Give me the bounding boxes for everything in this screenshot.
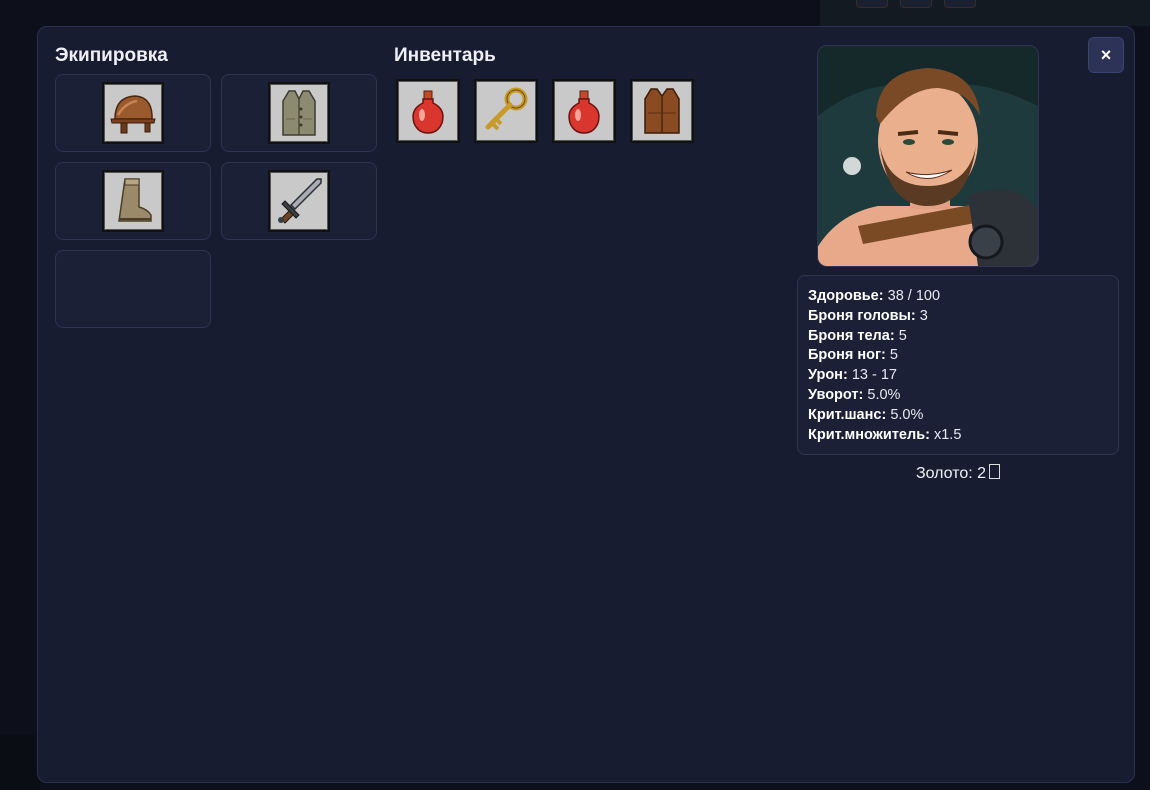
- sword-icon[interactable]: [268, 170, 330, 232]
- stat-label: Уворот:: [808, 386, 864, 403]
- inventory-slot[interactable]: [396, 79, 460, 143]
- stat-crit-multiplier: Крит.множитель: x1.5: [808, 426, 1108, 446]
- equipment-slot-legs[interactable]: [55, 162, 211, 240]
- stat-value: 13 - 17: [851, 367, 897, 384]
- stat-dodge: Уворот: 5.0%: [808, 386, 1108, 406]
- inventory-title: Инвентарь: [394, 45, 496, 66]
- stat-label: Крит.шанс:: [808, 406, 887, 423]
- equipment-slot-body[interactable]: [221, 74, 377, 152]
- stat-value: 3: [919, 307, 928, 324]
- stat-head-armor: Броня головы: 3: [808, 307, 1108, 327]
- gold-label: Золото:: [915, 465, 973, 482]
- helmet-icon[interactable]: [102, 82, 164, 144]
- equipment-slot-weapon[interactable]: [221, 162, 377, 240]
- stat-label: Броня тела:: [808, 327, 895, 344]
- health-potion-icon[interactable]: [396, 79, 460, 143]
- stat-label: Броня ног:: [808, 347, 886, 364]
- inventory-slot[interactable]: [630, 79, 694, 143]
- stat-crit-chance: Крит.шанс: 5.0%: [808, 406, 1108, 426]
- stat-label: Броня головы:: [808, 307, 916, 324]
- inventory-slot[interactable]: [474, 79, 538, 143]
- background-button: [856, 0, 888, 8]
- stat-health: Здоровье: 38 / 100: [808, 287, 1108, 307]
- character-modal: Экипировка Инвентарь × Здоровье: 38 / 10…: [37, 26, 1135, 783]
- stat-leg-armor: Броня ног: 5: [808, 346, 1108, 366]
- boot-icon[interactable]: [102, 170, 164, 232]
- close-button[interactable]: ×: [1088, 37, 1124, 73]
- stat-label: Здоровье:: [808, 288, 884, 304]
- leather-vest-icon[interactable]: [630, 79, 694, 143]
- gold-value: 2: [977, 465, 987, 482]
- stat-value: 5: [889, 347, 898, 364]
- equipment-title: Экипировка: [55, 45, 168, 66]
- equipment-slot-head[interactable]: [55, 74, 211, 152]
- background-button: [944, 0, 976, 8]
- vest-icon[interactable]: [268, 82, 330, 144]
- background-button: [900, 0, 932, 8]
- gold-counter: Золото: 2: [797, 464, 1119, 483]
- stat-value: 5.0%: [890, 406, 924, 423]
- golden-key-icon[interactable]: [474, 79, 538, 143]
- coin-icon: [989, 464, 1001, 479]
- inventory-slot[interactable]: [552, 79, 616, 143]
- stat-damage: Урон: 13 - 17: [808, 366, 1108, 386]
- stat-value: x1.5: [933, 426, 962, 443]
- background-corner: [0, 735, 40, 790]
- stat-value: 5.0%: [867, 386, 901, 403]
- stat-label: Урон:: [808, 367, 848, 384]
- health-potion-icon[interactable]: [552, 79, 616, 143]
- stat-label: Крит.множитель:: [808, 426, 930, 443]
- equipment-slot-empty[interactable]: [55, 250, 211, 328]
- character-portrait: [817, 45, 1039, 267]
- background-panel-strip: [820, 0, 1150, 26]
- stat-body-armor: Броня тела: 5: [808, 327, 1108, 347]
- stat-value: 38 / 100: [887, 288, 941, 304]
- character-stats-panel: Здоровье: 38 / 100 Броня головы: 3 Броня…: [797, 275, 1119, 455]
- stat-value: 5: [898, 327, 907, 344]
